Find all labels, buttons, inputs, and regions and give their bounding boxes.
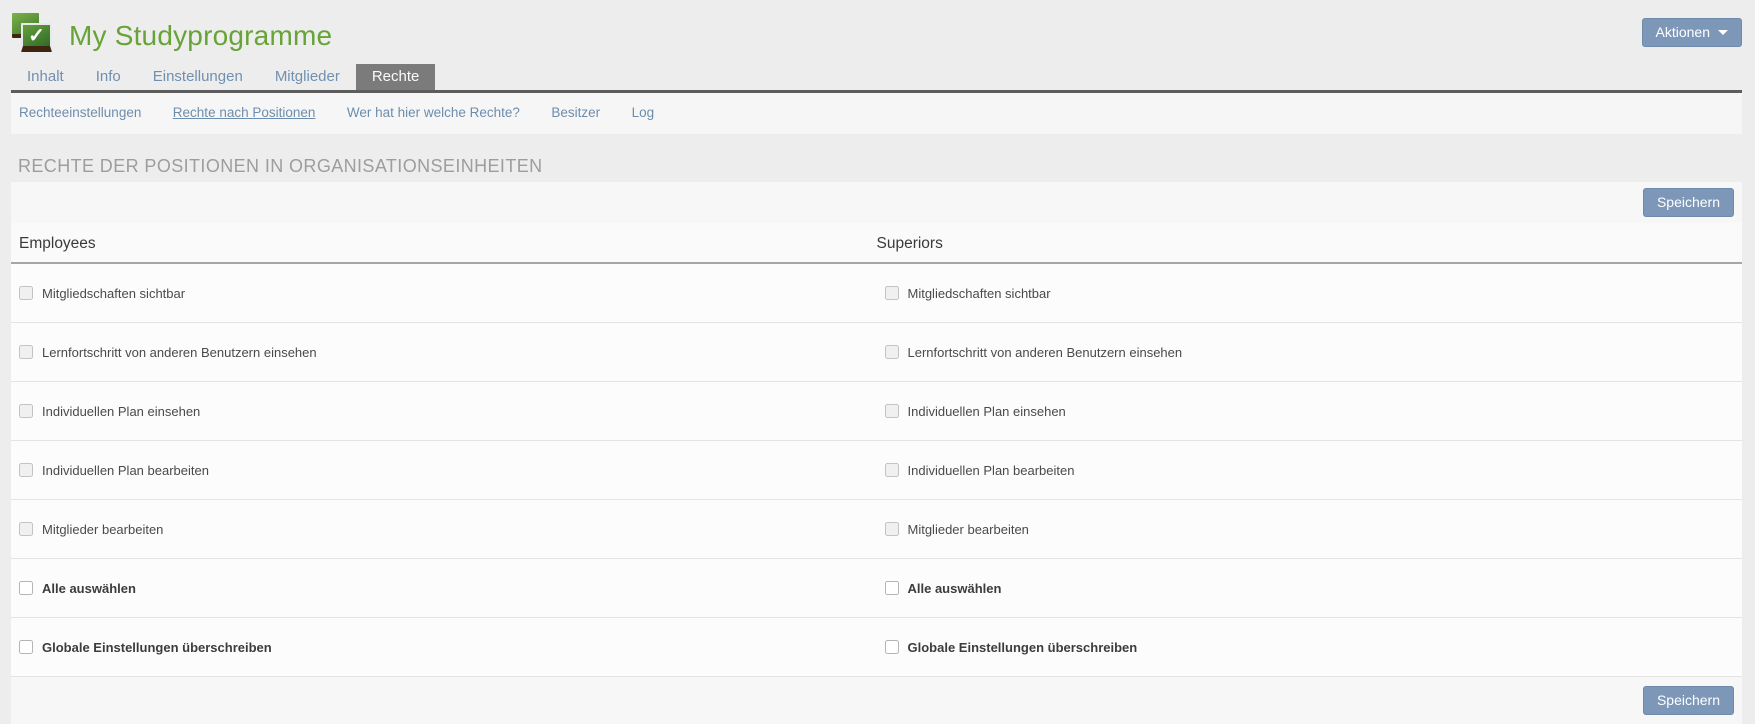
- checkbox-label: Lernfortschritt von anderen Benutzern ei…: [908, 345, 1183, 360]
- subnav-wer-hat-hier-welche-rechte[interactable]: Wer hat hier welche Rechte?: [347, 105, 520, 120]
- superiors-globale-einstellungen-cell: Globale Einstellungen überschreiben: [877, 640, 1743, 655]
- employees-alle-auswaehlen-cell: Alle auswählen: [11, 581, 877, 596]
- employees-mitgliedschaften-checkbox[interactable]: [19, 286, 33, 300]
- rights-panel: Speichern Employees Superiors Mitgliedsc…: [11, 182, 1742, 724]
- page-title: My Studyprogramme: [69, 20, 332, 52]
- panel-toolbar: Speichern: [11, 182, 1742, 223]
- employees-plan-bearbeiten-checkbox[interactable]: [19, 463, 33, 477]
- employees-lernfortschritt-checkbox[interactable]: [19, 345, 33, 359]
- save-button-bottom[interactable]: Speichern: [1643, 686, 1734, 715]
- app-header: ✓ My Studyprogramme Aktionen: [11, 0, 1742, 64]
- table-row: Alle auswählen Alle auswählen: [11, 559, 1742, 618]
- checkbox-label: Globale Einstellungen überschreiben: [42, 640, 272, 655]
- superiors-alle-auswaehlen-cell: Alle auswählen: [877, 581, 1743, 596]
- employees-mitglieder-bearbeiten-cell: Mitglieder bearbeiten: [11, 522, 877, 537]
- rights-column-headers: Employees Superiors: [11, 223, 1742, 264]
- tab-einstellungen[interactable]: Einstellungen: [137, 64, 259, 90]
- subnav-besitzer[interactable]: Besitzer: [551, 105, 600, 120]
- subnav-rechte-nach-positionen[interactable]: Rechte nach Positionen: [173, 105, 316, 120]
- tab-mitglieder[interactable]: Mitglieder: [259, 64, 356, 90]
- superiors-plan-bearbeiten-checkbox[interactable]: [885, 463, 899, 477]
- main-container: ✓ My Studyprogramme Aktionen Inhalt Info…: [11, 0, 1742, 724]
- table-row: Individuellen Plan einsehen Individuelle…: [11, 382, 1742, 441]
- checkbox-label: Lernfortschritt von anderen Benutzern ei…: [42, 345, 317, 360]
- superiors-lernfortschritt-checkbox[interactable]: [885, 345, 899, 359]
- employees-lernfortschritt-cell: Lernfortschritt von anderen Benutzern ei…: [11, 345, 877, 360]
- subnav-rechteeinstellungen[interactable]: Rechteeinstellungen: [19, 105, 141, 120]
- checkbox-label: Globale Einstellungen überschreiben: [908, 640, 1138, 655]
- superiors-mitglieder-bearbeiten-cell: Mitglieder bearbeiten: [877, 522, 1743, 537]
- subnav-log[interactable]: Log: [632, 105, 655, 120]
- superiors-alle-auswaehlen-checkbox[interactable]: [885, 581, 899, 595]
- superiors-mitgliedschaften-cell: Mitgliedschaften sichtbar: [877, 286, 1743, 301]
- aktionen-button-label: Aktionen: [1656, 24, 1710, 41]
- employees-globale-einstellungen-cell: Globale Einstellungen überschreiben: [11, 640, 877, 655]
- section-heading: RECHTE DER POSITIONEN IN ORGANISATIONSEI…: [11, 156, 1742, 177]
- column-header-superiors: Superiors: [877, 235, 1735, 253]
- checkbox-label: Individuellen Plan einsehen: [42, 404, 200, 419]
- checkbox-label: Mitglieder bearbeiten: [42, 522, 163, 537]
- employees-plan-bearbeiten-cell: Individuellen Plan bearbeiten: [11, 463, 877, 478]
- tab-inhalt[interactable]: Inhalt: [11, 64, 80, 90]
- employees-mitglieder-bearbeiten-checkbox[interactable]: [19, 522, 33, 536]
- superiors-lernfortschritt-cell: Lernfortschritt von anderen Benutzern ei…: [877, 345, 1743, 360]
- superiors-mitgliedschaften-checkbox[interactable]: [885, 286, 899, 300]
- save-button-top[interactable]: Speichern: [1643, 188, 1734, 217]
- superiors-plan-einsehen-checkbox[interactable]: [885, 404, 899, 418]
- employees-globale-einstellungen-checkbox[interactable]: [19, 640, 33, 654]
- chevron-down-icon: [1718, 30, 1728, 35]
- superiors-mitglieder-bearbeiten-checkbox[interactable]: [885, 522, 899, 536]
- superiors-globale-einstellungen-checkbox[interactable]: [885, 640, 899, 654]
- checkbox-label: Individuellen Plan einsehen: [908, 404, 1066, 419]
- checkbox-label: Mitglieder bearbeiten: [908, 522, 1029, 537]
- table-row: Mitgliedschaften sichtbar Mitgliedschaft…: [11, 264, 1742, 323]
- checkbox-label: Mitgliedschaften sichtbar: [42, 286, 185, 301]
- employees-plan-einsehen-checkbox[interactable]: [19, 404, 33, 418]
- superiors-plan-bearbeiten-cell: Individuellen Plan bearbeiten: [877, 463, 1743, 478]
- employees-plan-einsehen-cell: Individuellen Plan einsehen: [11, 404, 877, 419]
- tab-rechte[interactable]: Rechte: [356, 64, 436, 90]
- employees-alle-auswaehlen-checkbox[interactable]: [19, 581, 33, 595]
- panel-footer: Speichern: [11, 677, 1742, 724]
- subnav: Rechteeinstellungen Rechte nach Position…: [11, 93, 1742, 134]
- tab-info[interactable]: Info: [80, 64, 137, 90]
- table-row: Mitglieder bearbeiten Mitglieder bearbei…: [11, 500, 1742, 559]
- employees-mitgliedschaften-cell: Mitgliedschaften sichtbar: [11, 286, 877, 301]
- checkbox-label: Individuellen Plan bearbeiten: [42, 463, 209, 478]
- table-row: Lernfortschritt von anderen Benutzern ei…: [11, 323, 1742, 382]
- column-header-employees: Employees: [19, 235, 877, 253]
- studyprogramme-logo-icon: ✓: [12, 13, 56, 57]
- tab-bar: Inhalt Info Einstellungen Mitglieder Rec…: [11, 64, 1742, 93]
- checkbox-label: Individuellen Plan bearbeiten: [908, 463, 1075, 478]
- checkbox-label: Alle auswählen: [908, 581, 1002, 596]
- aktionen-dropdown-button[interactable]: Aktionen: [1642, 18, 1742, 47]
- table-row: Individuellen Plan bearbeiten Individuel…: [11, 441, 1742, 500]
- logo-checkmark-icon: ✓: [21, 23, 52, 52]
- checkbox-label: Alle auswählen: [42, 581, 136, 596]
- superiors-plan-einsehen-cell: Individuellen Plan einsehen: [877, 404, 1743, 419]
- checkbox-label: Mitgliedschaften sichtbar: [908, 286, 1051, 301]
- table-row: Globale Einstellungen überschreiben Glob…: [11, 618, 1742, 677]
